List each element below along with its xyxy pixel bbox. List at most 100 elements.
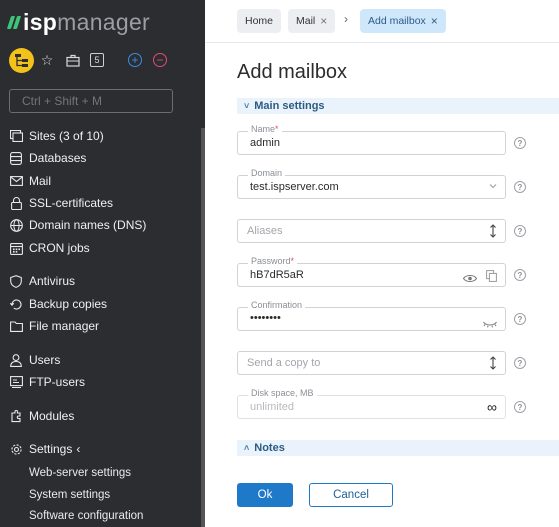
copy-icon[interactable] xyxy=(486,269,497,287)
sidebar-subitem-web-server-settings[interactable]: Web-server settings xyxy=(29,467,131,479)
sidebar-item-ftp[interactable]: FTP-users xyxy=(9,372,85,392)
sidebar-item-label: FTP-users xyxy=(29,375,86,389)
sidebar-item-files[interactable]: File manager xyxy=(9,316,99,336)
chevron-left-icon: ‹ xyxy=(76,442,81,456)
sidebar-item-label: SSL-certificates xyxy=(29,196,114,210)
logo[interactable]: ispmanager xyxy=(6,9,150,36)
help-icon[interactable]: ? xyxy=(514,269,526,281)
sidebar-item-modules[interactable]: Modules xyxy=(9,406,74,426)
name-label-text: Name xyxy=(251,124,276,134)
zoom-out-icon[interactable]: − xyxy=(153,53,167,67)
breadcrumb-home[interactable]: Home xyxy=(237,9,282,33)
folder-icon xyxy=(9,319,23,333)
section-label: Notes xyxy=(254,442,285,454)
sidebar-item-antivirus[interactable]: Antivirus xyxy=(9,271,75,291)
disk-space-field[interactable]: Disk space, MB unlimited ∞ xyxy=(237,388,506,419)
password-field[interactable]: Password* hB7dR5aR xyxy=(237,256,506,288)
section-notes[interactable]: ˄ Notes xyxy=(237,440,559,456)
eye-icon[interactable] xyxy=(462,270,478,288)
user-avatar-button[interactable] xyxy=(9,48,34,73)
domain-label: Domain xyxy=(248,168,286,178)
sidebar-item-label: Databases xyxy=(29,151,87,165)
breadcrumb-add-mailbox[interactable]: Add mailbox × xyxy=(360,9,446,33)
password-label: Password* xyxy=(248,256,298,266)
help-icon[interactable]: ? xyxy=(514,137,526,149)
counter-badge[interactable]: 5 xyxy=(90,53,104,67)
gear-icon xyxy=(9,442,23,456)
sidebar-item-mail[interactable]: Mail xyxy=(9,171,51,191)
sidebar-item-label: Sites (3 of 10) xyxy=(29,129,104,143)
page-title: Add mailbox xyxy=(237,61,348,83)
quick-actions-bar: ☆ 5 + − xyxy=(9,48,199,74)
aliases-field[interactable]: Aliases xyxy=(237,219,506,243)
help-icon[interactable]: ? xyxy=(514,313,526,325)
logo-text-isp: isp xyxy=(23,9,58,35)
password-value: hB7dR5aR xyxy=(250,269,304,281)
chevron-down-icon xyxy=(489,180,497,192)
ok-button[interactable]: Ok xyxy=(237,483,293,507)
confirmation-value: •••••••• xyxy=(250,312,281,324)
domain-value: test.ispserver.com xyxy=(250,181,339,193)
sidebar-item-label: Users xyxy=(29,353,61,367)
chevron-up-icon: ˄ xyxy=(244,443,250,453)
logo-mark-icon xyxy=(6,16,22,29)
user-icon xyxy=(9,353,23,367)
name-field[interactable]: Name* admin xyxy=(237,124,506,155)
infinity-icon[interactable]: ∞ xyxy=(487,399,497,415)
sidebar-item-ssl[interactable]: SSL-certificates xyxy=(9,193,113,213)
confirmation-label: Confirmation xyxy=(248,300,306,310)
sidebar-item-users[interactable]: Users xyxy=(9,350,60,370)
sites-icon xyxy=(9,129,23,143)
section-main-settings[interactable]: ˅ Main settings xyxy=(237,98,559,114)
required-mark: * xyxy=(275,124,279,134)
briefcase-icon[interactable] xyxy=(65,52,81,68)
confirmation-field[interactable]: Confirmation •••••••• xyxy=(237,300,506,333)
sidebar-item-label: File manager xyxy=(29,319,100,333)
sidebar-item-backup[interactable]: Backup copies xyxy=(9,294,107,314)
sidebar-item-label: Settings xyxy=(29,442,73,456)
globe-icon xyxy=(9,218,23,232)
sidebar-item-databases[interactable]: Databases xyxy=(9,148,86,168)
aliases-placeholder: Aliases xyxy=(247,225,283,237)
close-icon[interactable]: × xyxy=(320,14,327,28)
section-label: Main settings xyxy=(254,100,325,112)
required-mark: * xyxy=(290,256,295,266)
breadcrumb-home-label: Home xyxy=(245,15,274,27)
sitemap-icon xyxy=(15,54,28,67)
breadcrumb-separator-icon: › xyxy=(344,12,348,26)
name-label: Name* xyxy=(248,124,282,134)
name-value: admin xyxy=(250,137,280,149)
modules-icon xyxy=(9,409,23,423)
close-icon[interactable]: × xyxy=(431,14,438,28)
sidebar-item-settings[interactable]: Settings ‹ xyxy=(9,439,80,459)
eye-closed-icon[interactable] xyxy=(483,315,497,333)
sidebar-item-dns[interactable]: Domain names (DNS) xyxy=(9,215,146,235)
sidebar-item-cron[interactable]: CRON jobs xyxy=(9,238,90,258)
favorites-star-icon[interactable]: ☆ xyxy=(39,52,55,68)
breadcrumb-current-label: Add mailbox xyxy=(368,15,426,27)
sidebar-item-sites[interactable]: Sites (3 of 10) xyxy=(9,126,104,146)
backup-icon xyxy=(9,297,23,311)
sidebar-item-label: Antivirus xyxy=(29,274,76,288)
sidebar-subitem-system-settings[interactable]: System settings xyxy=(29,489,110,501)
sidebar-item-label: Mail xyxy=(29,174,52,188)
breadcrumb-mail[interactable]: Mail × xyxy=(288,9,336,33)
sidebar-item-label: CRON jobs xyxy=(29,241,90,255)
disk-space-value: unlimited xyxy=(250,401,295,413)
sidebar-item-label: Backup copies xyxy=(29,297,108,311)
help-icon[interactable]: ? xyxy=(514,357,526,369)
cancel-button[interactable]: Cancel xyxy=(309,483,393,507)
help-icon[interactable]: ? xyxy=(514,401,526,413)
domain-select[interactable]: Domain test.ispserver.com xyxy=(237,168,506,199)
sidebar-item-label: Domain names (DNS) xyxy=(29,218,147,232)
zoom-in-icon[interactable]: + xyxy=(128,53,142,67)
help-icon[interactable]: ? xyxy=(514,181,526,193)
sort-arrows-icon xyxy=(489,356,497,373)
logo-text: ispmanager xyxy=(23,9,150,36)
breadcrumb: Home Mail × › Add mailbox × xyxy=(205,0,559,43)
menu-search-input[interactable] xyxy=(9,89,173,113)
sidebar-subitem-software-configuration[interactable]: Software configuration xyxy=(29,510,143,522)
calendar-icon xyxy=(9,241,23,255)
send-copy-field[interactable]: Send a copy to xyxy=(237,351,506,375)
help-icon[interactable]: ? xyxy=(514,225,526,237)
